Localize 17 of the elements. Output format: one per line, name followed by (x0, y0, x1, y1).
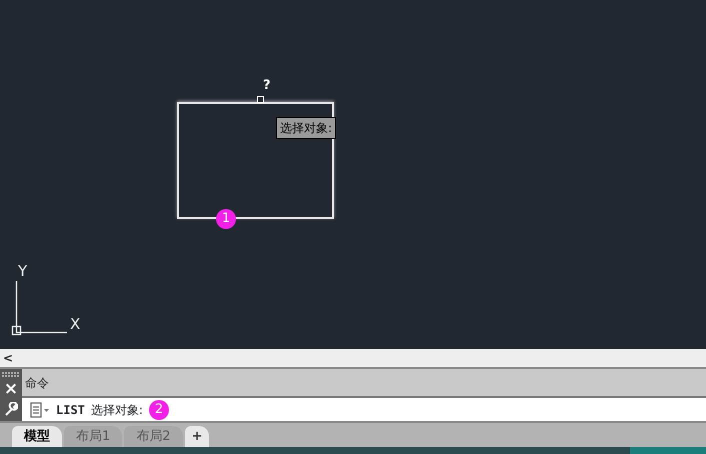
panel-title: 命令 (25, 376, 49, 390)
add-tab-button[interactable]: + (184, 426, 210, 447)
axis-label: Y (18, 264, 28, 279)
cursor-question-mark: ? (263, 79, 271, 92)
script-dropdown-icon[interactable] (28, 402, 50, 418)
command-text: LIST (56, 402, 85, 418)
grip-icon[interactable] (2, 372, 20, 378)
grip-square (257, 96, 264, 103)
tooltip: 选择对象: (276, 117, 336, 139)
collapse-button[interactable]: < (3, 349, 14, 367)
layout-tab[interactable]: 模型 (12, 426, 62, 447)
marker-badge: 1 (216, 209, 236, 229)
axis-label: X (70, 317, 80, 332)
ucs-axes-icon (11, 281, 68, 337)
wrench-icon[interactable] (4, 402, 18, 416)
command-prompt: 选择对象: (90, 402, 143, 418)
marker-badge: 2 (148, 400, 169, 420)
